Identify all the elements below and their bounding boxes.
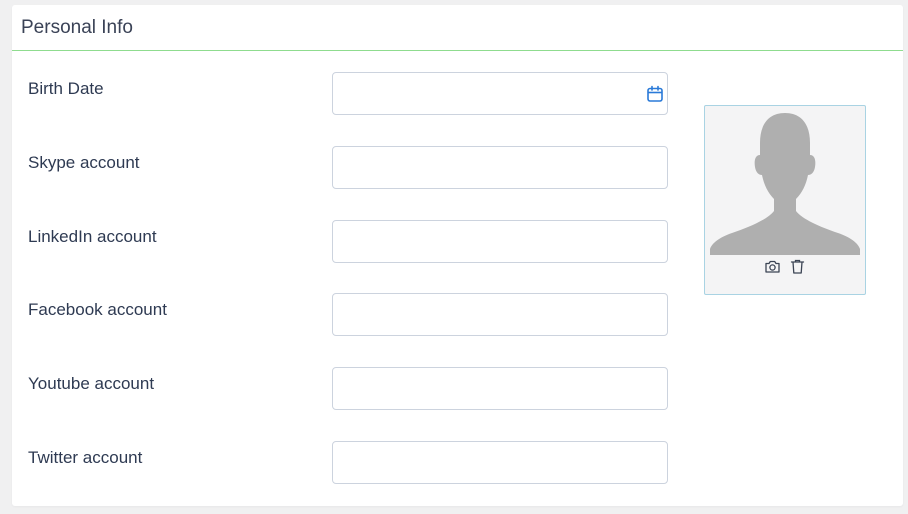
- birth-date-input[interactable]: [332, 72, 668, 115]
- form-row-twitter: Twitter account: [12, 441, 692, 485]
- youtube-label: Youtube account: [28, 374, 155, 393]
- linkedin-input[interactable]: [332, 220, 668, 263]
- facebook-label: Facebook account: [28, 300, 167, 319]
- birth-date-label: Birth Date: [28, 79, 104, 98]
- avatar-box: [704, 105, 866, 295]
- card-header: Personal Info: [12, 5, 903, 51]
- trash-icon[interactable]: [789, 258, 806, 275]
- card-title: Personal Info: [21, 17, 133, 38]
- linkedin-label: LinkedIn account: [28, 227, 157, 246]
- personal-info-card: Personal Info Birth Date Skype account L…: [12, 5, 903, 506]
- avatar-placeholder-image: [710, 113, 860, 255]
- skype-input[interactable]: [332, 146, 668, 189]
- facebook-input[interactable]: [332, 293, 668, 336]
- camera-icon[interactable]: [764, 258, 781, 275]
- form-row-youtube: Youtube account: [12, 367, 692, 411]
- avatar-actions: [705, 258, 865, 275]
- twitter-label: Twitter account: [28, 448, 143, 467]
- youtube-input[interactable]: [332, 367, 668, 410]
- form-row-birth-date: Birth Date: [12, 72, 692, 116]
- skype-label: Skype account: [28, 153, 140, 172]
- calendar-icon[interactable]: [646, 85, 664, 103]
- form-row-linkedin: LinkedIn account: [12, 220, 692, 264]
- twitter-input[interactable]: [332, 441, 668, 484]
- form-row-facebook: Facebook account: [12, 293, 692, 337]
- form-row-skype: Skype account: [12, 146, 692, 190]
